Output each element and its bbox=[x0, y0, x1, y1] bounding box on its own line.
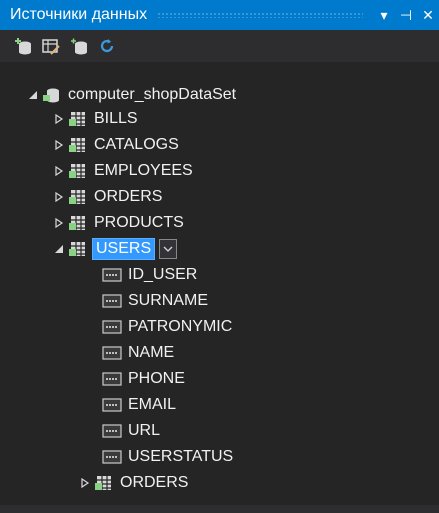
tree-node-field[interactable]: EMAIL bbox=[100, 392, 178, 418]
table-icon bbox=[68, 109, 88, 129]
expanded-arrow-icon[interactable] bbox=[26, 82, 40, 108]
pin-icon[interactable]: ⊣ bbox=[395, 0, 417, 30]
table-icon bbox=[68, 135, 88, 155]
users-table-label[interactable]: USERS bbox=[92, 238, 156, 260]
table-icon bbox=[68, 161, 88, 181]
tree-node-users[interactable]: USERS bbox=[52, 236, 178, 262]
field-label: EMAIL bbox=[128, 396, 177, 413]
textbox-field-icon bbox=[102, 421, 122, 441]
collapsed-arrow-icon[interactable] bbox=[52, 132, 66, 158]
toolbar bbox=[0, 30, 439, 62]
tree-node-field[interactable]: SURNAME bbox=[100, 288, 210, 314]
close-icon[interactable]: ✕ bbox=[417, 0, 439, 30]
table-icon bbox=[68, 187, 88, 207]
tree-node-field[interactable]: URL bbox=[100, 418, 162, 444]
table-icon bbox=[68, 239, 88, 259]
expanded-arrow-icon[interactable] bbox=[52, 236, 66, 262]
textbox-field-icon bbox=[102, 317, 122, 337]
add-datasource-icon[interactable] bbox=[12, 35, 34, 57]
tree-node-field[interactable]: NAME bbox=[100, 340, 176, 366]
textbox-field-icon bbox=[102, 447, 122, 467]
chevron-down-icon[interactable] bbox=[159, 239, 178, 259]
tree-node-table[interactable]: CATALOGS bbox=[52, 132, 181, 158]
tree-node-table[interactable]: PRODUCTS bbox=[52, 210, 186, 236]
textbox-field-icon bbox=[102, 343, 122, 363]
window-position-dropdown-icon[interactable]: ▾ bbox=[373, 0, 395, 30]
table-label: ORDERS bbox=[94, 188, 163, 205]
panel-title-bar: Источники данных ▾ ⊣ ✕ bbox=[0, 0, 439, 30]
table-label: CATALOGS bbox=[94, 136, 179, 153]
table-label: EMPLOYEES bbox=[94, 162, 193, 179]
dataset-icon bbox=[42, 85, 62, 105]
dataset-label: computer_shopDataSet bbox=[68, 86, 237, 103]
table-icon bbox=[94, 473, 114, 493]
collapsed-arrow-icon[interactable] bbox=[52, 106, 66, 132]
tree-node-table[interactable]: ORDERS bbox=[52, 184, 164, 210]
textbox-field-icon bbox=[102, 395, 122, 415]
field-label: SURNAME bbox=[128, 292, 209, 309]
field-label: USERSTATUS bbox=[128, 448, 234, 465]
field-label: PHONE bbox=[128, 370, 185, 387]
tree-node-field[interactable]: USERSTATUS bbox=[100, 444, 235, 470]
add-query-icon[interactable] bbox=[68, 35, 90, 57]
tree-node-dataset[interactable]: computer_shopDataSet bbox=[26, 82, 238, 108]
field-label: ID_USER bbox=[128, 266, 198, 283]
table-label: PRODUCTS bbox=[94, 214, 184, 231]
tree-node-related-table[interactable]: ORDERS bbox=[78, 470, 190, 496]
field-label: PATRONYMIC bbox=[128, 318, 233, 335]
panel-title: Источники данных bbox=[10, 6, 148, 23]
bottom-edge bbox=[0, 505, 439, 513]
field-label: URL bbox=[128, 422, 161, 439]
edit-dataset-icon[interactable] bbox=[40, 35, 62, 57]
tree-node-table[interactable]: EMPLOYEES bbox=[52, 158, 195, 184]
data-sources-panel: Источники данных ▾ ⊣ ✕ computer_shopData… bbox=[0, 0, 439, 513]
table-icon bbox=[68, 213, 88, 233]
collapsed-arrow-icon[interactable] bbox=[78, 470, 92, 496]
tree-node-field[interactable]: PHONE bbox=[100, 366, 187, 392]
collapsed-arrow-icon[interactable] bbox=[52, 210, 66, 236]
textbox-field-icon bbox=[102, 369, 122, 389]
collapsed-arrow-icon[interactable] bbox=[52, 184, 66, 210]
textbox-field-icon bbox=[102, 291, 122, 311]
title-grip[interactable] bbox=[157, 12, 363, 18]
table-label: BILLS bbox=[94, 110, 138, 127]
collapsed-arrow-icon[interactable] bbox=[52, 158, 66, 184]
tree-node-field[interactable]: PATRONYMIC bbox=[100, 314, 234, 340]
refresh-icon[interactable] bbox=[96, 35, 118, 57]
field-label: NAME bbox=[128, 344, 175, 361]
data-sources-tree: computer_shopDataSet BILLS CATALOGS EMPL… bbox=[0, 62, 439, 513]
tree-node-field[interactable]: ID_USER bbox=[100, 262, 199, 288]
related-table-label: ORDERS bbox=[120, 474, 189, 491]
tree-node-table[interactable]: BILLS bbox=[52, 106, 140, 132]
textbox-field-icon bbox=[102, 265, 122, 285]
